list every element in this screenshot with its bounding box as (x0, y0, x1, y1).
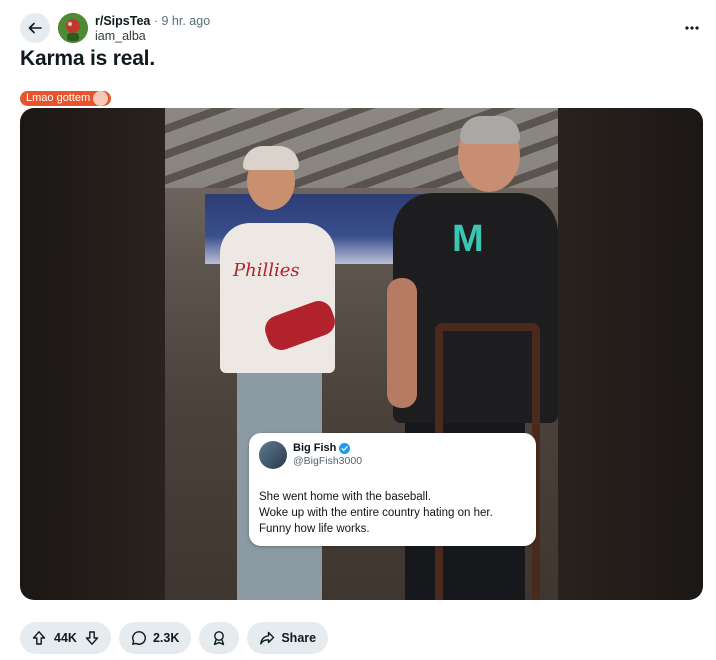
separator-dot: · (153, 14, 159, 28)
username-link[interactable]: iam_alba (95, 29, 210, 44)
arrow-left-icon (28, 22, 42, 34)
ellipsis-icon (685, 26, 699, 30)
man-hair (460, 116, 520, 144)
tweet-line: Funny how life works. (259, 523, 370, 535)
tweet-author: Big Fish (293, 442, 351, 454)
subreddit-avatar-image (58, 13, 88, 43)
woman-hair (243, 146, 299, 170)
upvote-button[interactable] (30, 629, 48, 647)
subreddit-link[interactable]: r/SipsTea (95, 14, 150, 28)
post-media-video[interactable]: Phillies M Big Fish @BigFish3000 She wen… (20, 108, 703, 600)
award-icon (214, 631, 225, 646)
shirt-logo: M (452, 218, 484, 260)
downvote-button[interactable] (83, 629, 101, 647)
verified-badge-icon (339, 442, 351, 454)
vote-bar: 44K (20, 622, 111, 654)
post-actions: 44K 2.3K Share (20, 622, 329, 654)
share-button[interactable]: Share (247, 622, 329, 654)
share-label: Share (281, 631, 317, 645)
tweet-text: She went home with the baseball. Woke up… (259, 489, 529, 537)
post-meta: r/SipsTea · 9 hr. ago iam_alba (95, 14, 210, 44)
comments-button[interactable]: 2.3K (118, 622, 192, 654)
hoodie-text: Phillies (233, 260, 300, 281)
post-time: 9 hr. ago (161, 14, 211, 28)
subreddit-avatar[interactable] (58, 13, 88, 43)
back-button[interactable] (20, 13, 50, 43)
post-flair[interactable]: Lmao gottem (20, 91, 112, 106)
vote-count: 44K (54, 631, 77, 645)
man-arm (387, 278, 417, 408)
tweet-card: Big Fish @BigFish3000 She went home with… (249, 433, 536, 546)
tweet-handle: @BigFish3000 (293, 455, 363, 467)
share-arrow-icon (260, 631, 275, 645)
post-title: Karma is real. (20, 47, 155, 70)
tweet-line: Woke up with the entire country hating o… (259, 507, 493, 519)
woman-hoodie (220, 223, 335, 373)
award-button[interactable] (199, 622, 240, 654)
comment-count: 2.3K (152, 631, 180, 645)
tweet-line: She went home with the baseball. (259, 491, 431, 503)
more-options-button[interactable] (680, 16, 704, 40)
arrow-down-icon (85, 631, 99, 645)
tweet-author-name: Big Fish (293, 442, 337, 454)
arrow-up-icon (32, 631, 46, 645)
flair-emoji-icon (93, 91, 109, 106)
flair-label: Lmao gottem (26, 92, 91, 104)
tweet-avatar (259, 441, 287, 469)
speech-bubble-icon (132, 631, 146, 645)
